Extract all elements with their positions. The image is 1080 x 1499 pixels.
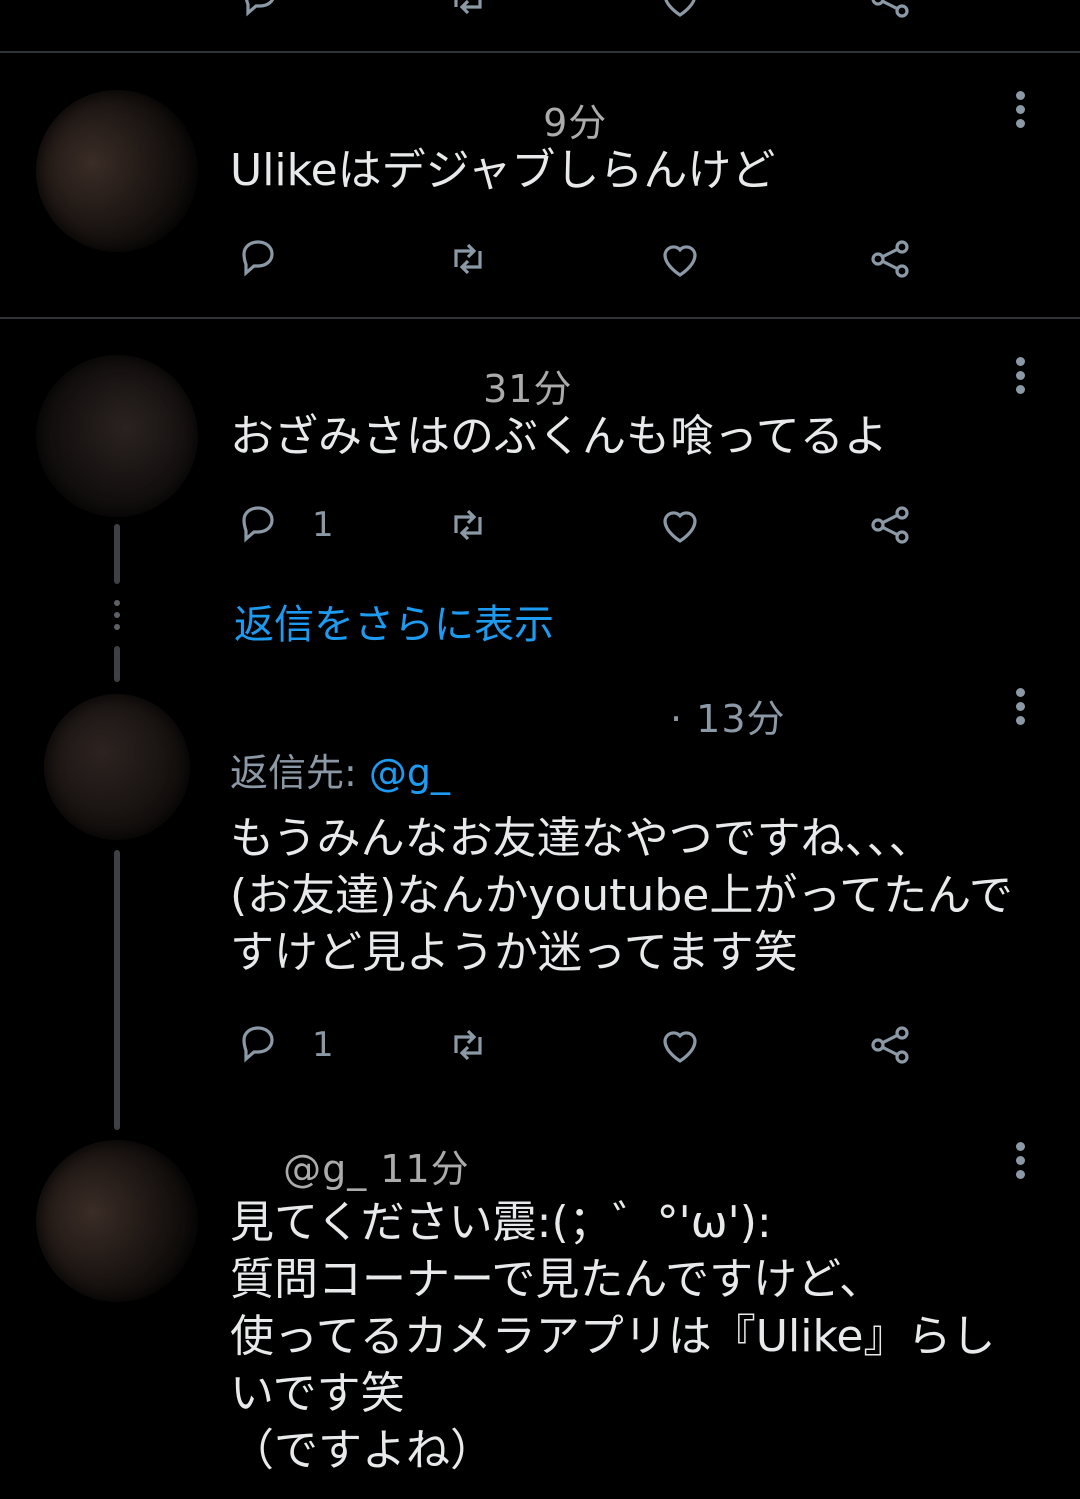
tweet-text-line: おざみさはのぶくんも喰ってるよ xyxy=(230,411,888,462)
reply-icon xyxy=(242,506,274,543)
avatar[interactable] xyxy=(36,90,198,252)
more-vertical-icon[interactable] xyxy=(1012,1142,1028,1184)
timestamp: 31分 xyxy=(483,367,573,411)
tweet-text: Ulikeはデジャブしらんけど xyxy=(230,142,775,199)
retweet-icon xyxy=(454,1029,482,1061)
reply-button[interactable] xyxy=(234,234,282,284)
share-button[interactable] xyxy=(866,0,914,24)
tweet-text-line: Ulikeはデジャブしらんけど xyxy=(230,145,776,196)
reply-button[interactable] xyxy=(236,0,284,24)
thread-line xyxy=(114,524,120,584)
tweet-header: 9分 xyxy=(230,92,607,147)
thread-line xyxy=(114,646,120,682)
tweet-text-line: すけど見ようか迷ってます笑 xyxy=(230,927,798,978)
share-icon xyxy=(871,0,909,18)
retweet-button[interactable] xyxy=(444,0,492,24)
timestamp: @g_ 11分 xyxy=(283,1147,470,1191)
reply-to-line: 返信先: @g_ xyxy=(230,742,450,797)
tweet-text-line: (お友達)なんかyoutube上がってたんで xyxy=(230,870,1013,921)
avatar[interactable] xyxy=(44,694,190,840)
retweet-icon xyxy=(454,509,482,541)
reply-icon xyxy=(245,0,275,17)
heart-icon xyxy=(664,0,696,17)
like-button[interactable] xyxy=(656,500,704,550)
tweet-text: おざみさはのぶくんも喰ってるよ xyxy=(230,408,888,465)
show-more-replies-link[interactable]: 返信をさらに表示 xyxy=(234,592,554,650)
tweet-text-line: いです笑 xyxy=(230,1368,405,1419)
share-icon xyxy=(871,506,909,544)
share-button[interactable] xyxy=(866,234,914,284)
more-vertical-icon[interactable] xyxy=(1012,688,1028,730)
reply-button[interactable]: 1 xyxy=(234,500,334,550)
tweet-header: @g_ 11分 xyxy=(230,1138,470,1193)
reply-icon xyxy=(242,1026,274,1063)
reply-icon xyxy=(242,240,274,277)
more-vertical-icon[interactable] xyxy=(1012,91,1028,133)
avatar[interactable] xyxy=(36,1140,198,1302)
retweet-button[interactable] xyxy=(444,234,492,284)
heart-icon xyxy=(663,511,697,543)
retweet-button[interactable] xyxy=(444,1020,492,1070)
reply-thread: 9分 Ulikeはデジャブしらんけど 31分 おざみさはのぶくんも喰ってるよ 1… xyxy=(0,0,1080,1499)
reply-to-handle[interactable]: @g_ xyxy=(369,751,450,795)
tweet-header: 31分 xyxy=(230,358,572,413)
divider xyxy=(0,317,1080,319)
tweet-header: · 13分 xyxy=(230,688,786,743)
timestamp: 9分 xyxy=(543,101,608,145)
divider xyxy=(0,51,1080,53)
retweet-icon xyxy=(454,243,482,275)
tweet-text-line: 見てください震:(；゛°'ω'): xyxy=(230,1197,772,1248)
heart-icon xyxy=(663,1031,697,1063)
reply-count: 1 xyxy=(312,505,334,545)
reply-count: 1 xyxy=(312,1025,334,1065)
tweet-text-line: もうみんなお友達なやつですね、、、 xyxy=(230,813,933,864)
share-button[interactable] xyxy=(866,500,914,550)
like-button[interactable] xyxy=(656,0,704,24)
timestamp: · 13分 xyxy=(670,697,786,741)
reply-button[interactable]: 1 xyxy=(234,1020,334,1070)
like-button[interactable] xyxy=(656,234,704,284)
tweet-text-line: 使ってるカメラアプリは『Ulike』らし xyxy=(230,1311,996,1362)
share-icon xyxy=(871,1026,909,1064)
share-icon xyxy=(871,240,909,278)
share-button[interactable] xyxy=(866,1020,914,1070)
thread-line xyxy=(114,850,120,1130)
avatar[interactable] xyxy=(36,355,198,517)
more-vertical-icon[interactable] xyxy=(1012,357,1028,399)
tweet-text: もうみんなお友達なやつですね、、、 (お友達)なんかyoutube上がってたんで… xyxy=(230,810,1013,981)
like-button[interactable] xyxy=(656,1020,704,1070)
tweet-text-line: （ですよね） xyxy=(230,1425,494,1476)
tweet-text: 見てください震:(；゛°'ω'): 質問コーナーで見たんですけど、 使ってるカメ… xyxy=(230,1194,995,1479)
reply-to-label: 返信先: xyxy=(230,751,357,795)
thread-gap-dots xyxy=(110,600,124,636)
tweet-text-line: 質問コーナーで見たんですけど、 xyxy=(230,1254,883,1305)
retweet-icon xyxy=(454,0,482,15)
heart-icon xyxy=(663,245,697,277)
retweet-button[interactable] xyxy=(444,500,492,550)
